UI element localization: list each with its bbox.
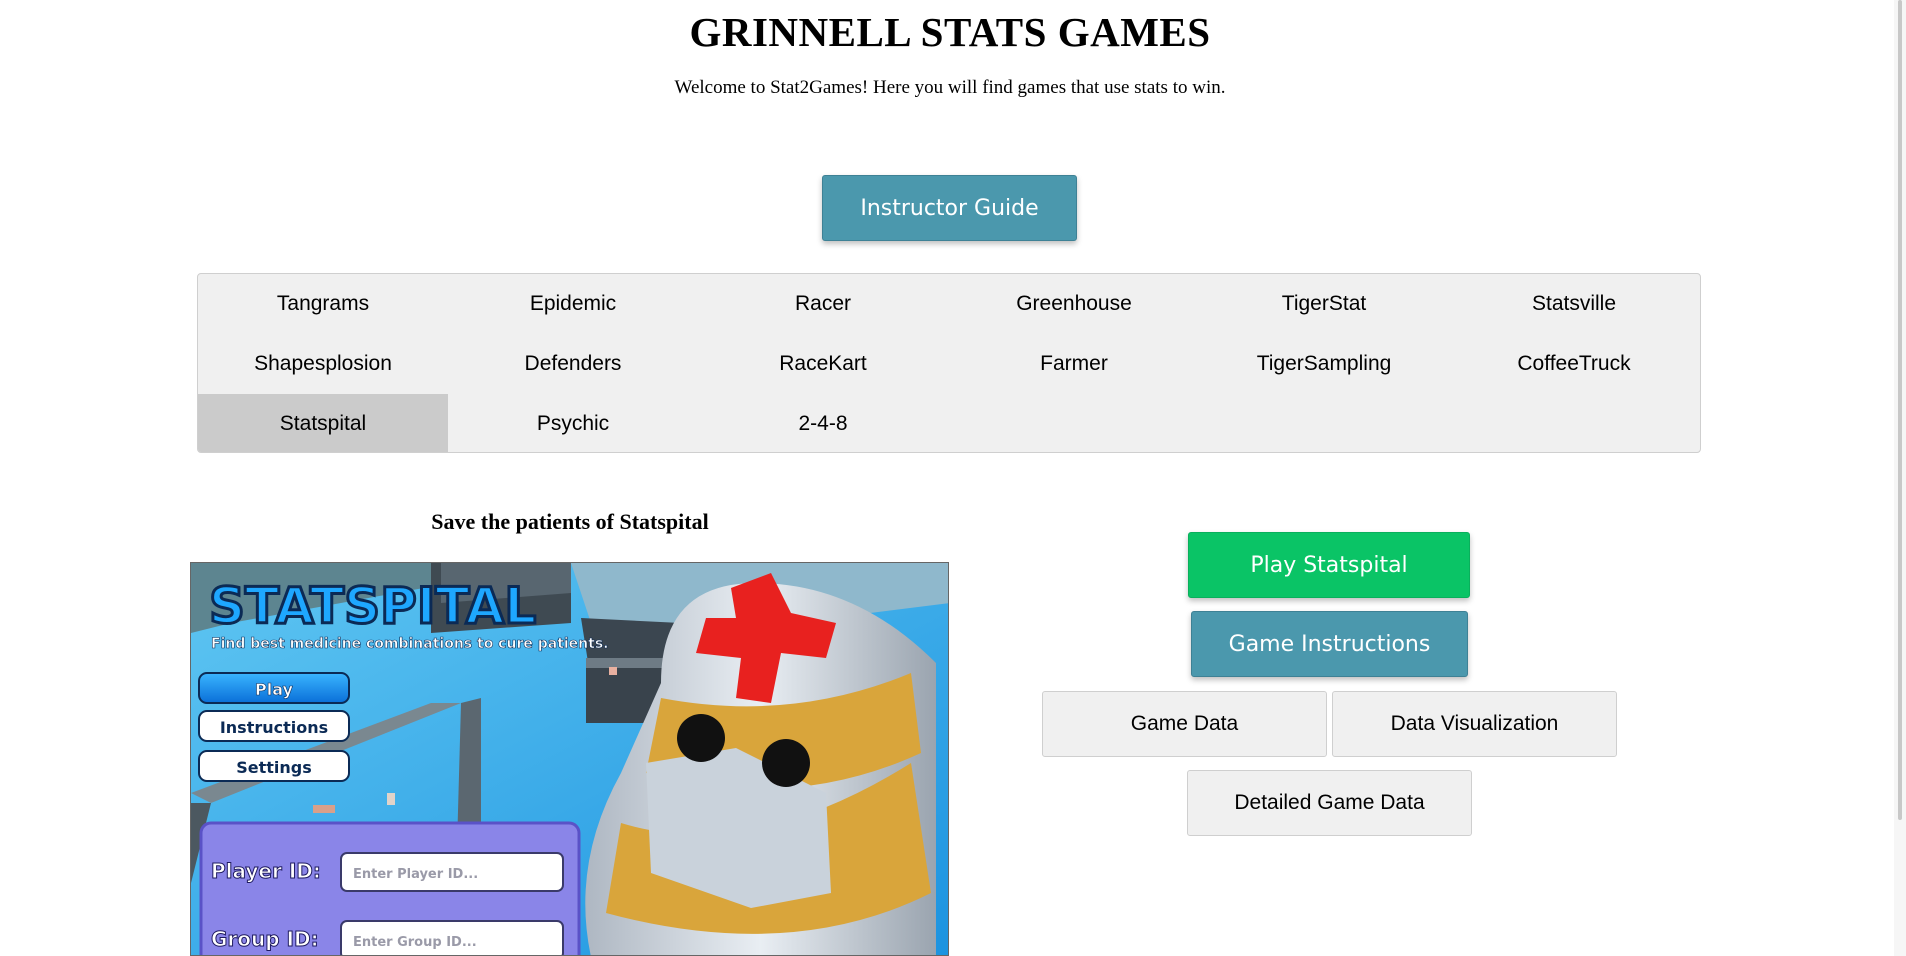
tab-statspital[interactable]: Statspital (198, 394, 448, 452)
tab-farmer[interactable]: Farmer (949, 334, 1199, 394)
game-tabs: Tangrams Epidemic Racer Greenhouse Tiger… (197, 273, 1701, 453)
screenshot-play-label: Play (255, 680, 294, 699)
tab-racer[interactable]: Racer (698, 274, 948, 334)
tab-shapesplosion[interactable]: Shapesplosion (198, 334, 448, 394)
tab-psychic[interactable]: Psychic (448, 394, 698, 452)
screenshot-settings-label: Settings (236, 758, 312, 777)
tab-tigerstat[interactable]: TigerStat (1199, 274, 1449, 334)
tab-tangrams[interactable]: Tangrams (198, 274, 448, 334)
instructor-guide-button[interactable]: Instructor Guide (822, 175, 1077, 241)
tab-epidemic[interactable]: Epidemic (448, 274, 698, 334)
tab-2-4-8[interactable]: 2-4-8 (698, 394, 948, 452)
player-id-placeholder: Enter Player ID... (353, 867, 478, 882)
tab-defenders[interactable]: Defenders (448, 334, 698, 394)
group-id-placeholder: Enter Group ID... (353, 935, 477, 950)
tab-statsville[interactable]: Statsville (1449, 274, 1699, 334)
scrollbar-thumb[interactable] (1898, 0, 1902, 820)
statspital-tagline: Find best medicine combinations to cure … (211, 636, 609, 652)
player-id-label: Player ID: (211, 859, 321, 883)
data-visualization-button[interactable]: Data Visualization (1332, 691, 1617, 757)
welcome-text: Welcome to Stat2Games! Here you will fin… (674, 77, 1226, 98)
tab-racekart[interactable]: RaceKart (698, 334, 948, 394)
group-id-label: Group ID: (211, 927, 319, 951)
game-screenshot: STATSPITAL Find best medicine combinatio… (190, 562, 949, 956)
page-title: GRINNELL STATS GAMES (689, 9, 1211, 55)
statspital-logo: STATSPITAL (209, 577, 536, 635)
detailed-game-data-button[interactable]: Detailed Game Data (1187, 770, 1472, 836)
play-game-button[interactable]: Play Statspital (1188, 532, 1470, 598)
game-heading: Save the patients of Statspital (431, 509, 709, 534)
page-scrollbar[interactable] (1894, 0, 1906, 956)
game-data-button[interactable]: Game Data (1042, 691, 1327, 757)
tab-greenhouse[interactable]: Greenhouse (949, 274, 1199, 334)
tab-tigersampling[interactable]: TigerSampling (1199, 334, 1449, 394)
tab-coffeetruck[interactable]: CoffeeTruck (1449, 334, 1699, 394)
screenshot-instructions-label: Instructions (220, 718, 328, 737)
game-instructions-button[interactable]: Game Instructions (1191, 611, 1468, 677)
